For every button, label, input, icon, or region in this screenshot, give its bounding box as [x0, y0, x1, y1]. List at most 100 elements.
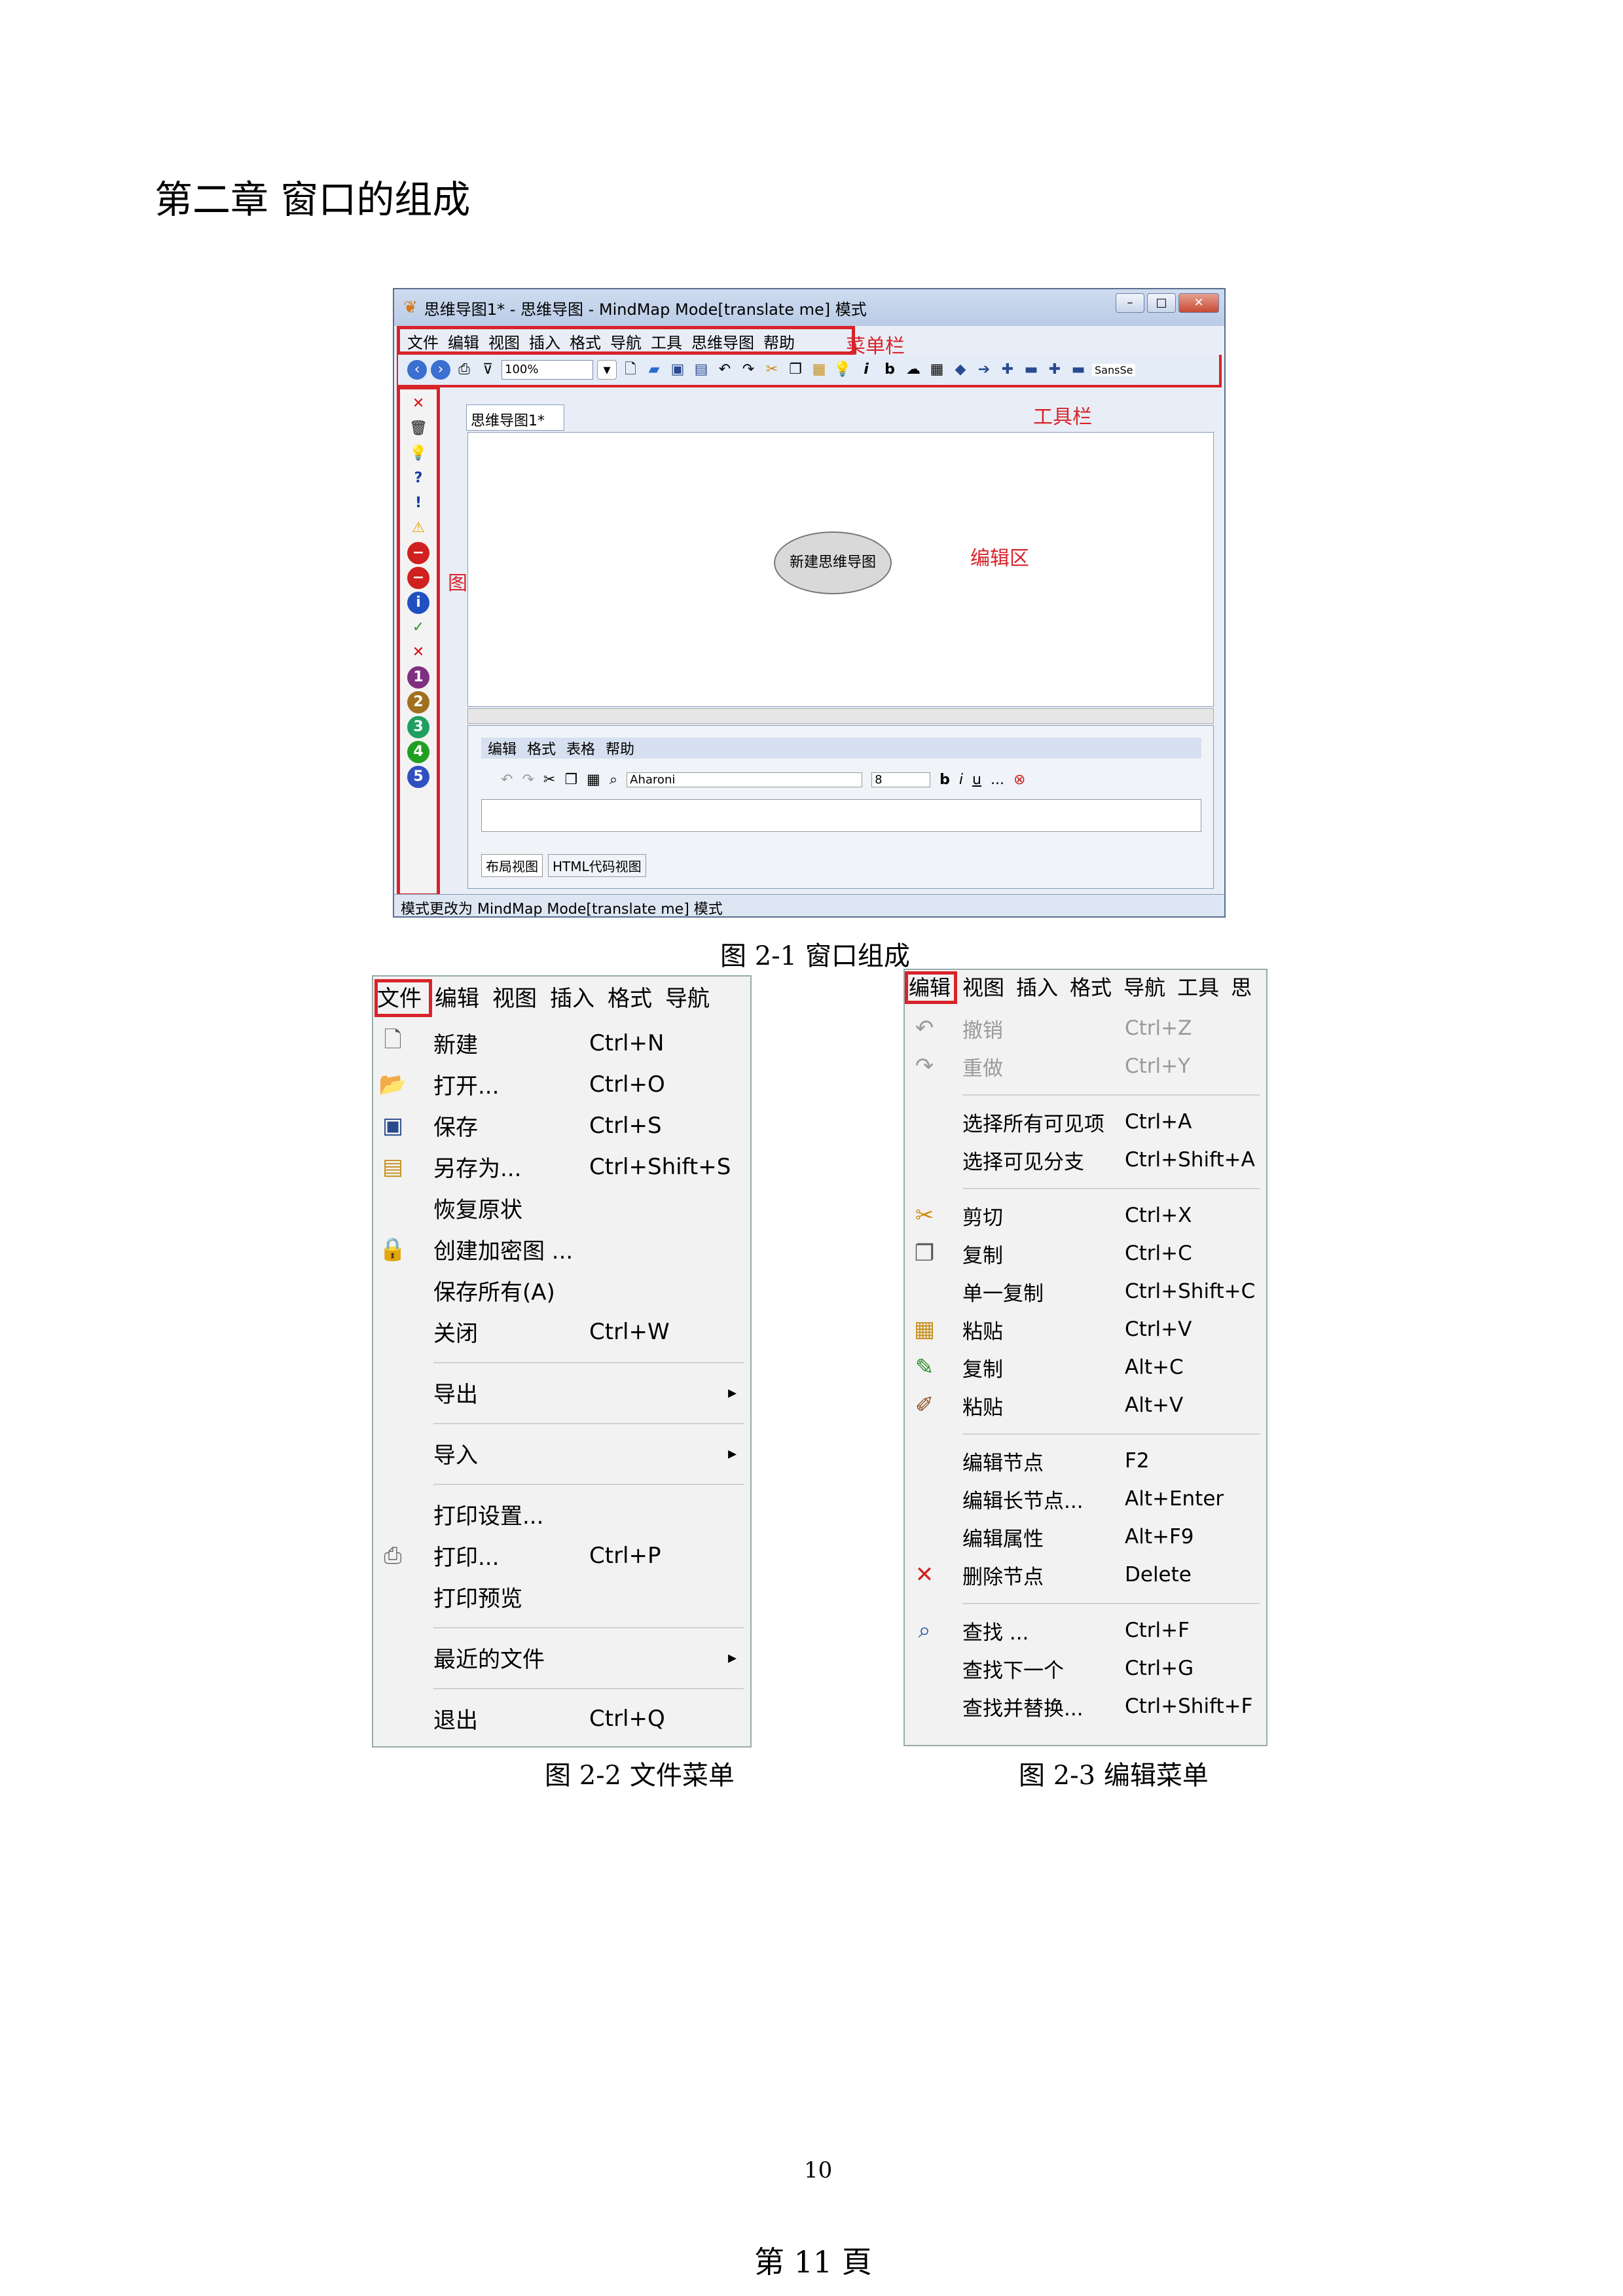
menu-item[interactable]: ▣ 保存 Ctrl+S: [373, 1105, 750, 1146]
menubar-item[interactable]: 格式: [1070, 971, 1112, 1001]
menu-item[interactable]: ⎙ 打印... Ctrl+P: [373, 1535, 750, 1576]
font-select[interactable]: Aharoni: [627, 772, 863, 787]
more-button[interactable]: ...: [991, 772, 1004, 788]
editor-menu-item[interactable]: 格式: [527, 738, 556, 759]
map-tab[interactable]: 思维导图1*: [466, 404, 564, 431]
minus-icon[interactable]: ▬: [1021, 360, 1041, 380]
menubar-item[interactable]: 思维导图: [691, 330, 754, 353]
menubar-item[interactable]: 插入: [550, 980, 594, 1013]
menu-item[interactable]: 编辑长节点... Alt+Enter: [905, 1480, 1266, 1518]
italic-button[interactable]: i: [959, 772, 963, 788]
redo-icon[interactable]: ↷: [522, 772, 534, 788]
cut-icon[interactable]: ✂: [762, 360, 782, 380]
italic-icon[interactable]: i: [856, 360, 876, 380]
paste-icon[interactable]: ▦: [587, 772, 600, 788]
minus-icon-2[interactable]: ▬: [1068, 360, 1088, 380]
editor-menu-item[interactable]: 编辑: [488, 738, 517, 759]
menubar-item[interactable]: 导航: [665, 980, 710, 1013]
font-name-box[interactable]: SansSe: [1092, 363, 1136, 376]
menubar-item[interactable]: 帮助: [763, 330, 795, 353]
menu-item[interactable]: 选择所有可见项 Ctrl+A: [905, 1103, 1266, 1141]
menubar-item[interactable]: 导航: [610, 330, 642, 353]
idea-icon[interactable]: 💡: [833, 360, 852, 380]
menu-item[interactable]: ❐ 复制 Ctrl+C: [905, 1234, 1266, 1272]
redo-icon[interactable]: ↷: [739, 360, 758, 380]
cloud-icon[interactable]: ☁: [903, 360, 923, 380]
menu-item[interactable]: ✐ 粘贴 Alt+V: [905, 1386, 1266, 1424]
maximize-button[interactable]: □: [1147, 293, 1176, 313]
open-icon[interactable]: ▰: [644, 360, 664, 380]
minimize-button[interactable]: –: [1116, 293, 1144, 313]
menubar-item[interactable]: 插入: [1016, 971, 1058, 1001]
menu-item[interactable]: 查找并替换... Ctrl+Shift+F: [905, 1687, 1266, 1725]
new-icon[interactable]: 🗋: [621, 360, 640, 380]
menu-item[interactable]: 导出 ▸: [373, 1372, 750, 1413]
undo-icon[interactable]: ↶: [501, 772, 513, 788]
menubar-item[interactable]: 视图: [488, 330, 520, 353]
menubar-item[interactable]: 编辑: [448, 330, 479, 353]
menu-item[interactable]: 📂 打开... Ctrl+O: [373, 1064, 750, 1105]
menu-item[interactable]: 🔒 创建加密图 ...: [373, 1229, 750, 1270]
cut-icon[interactable]: ✂: [543, 772, 555, 788]
save-as-icon[interactable]: ▤: [691, 360, 711, 380]
menubar-item[interactable]: 格式: [608, 980, 652, 1013]
plus-icon[interactable]: ✚: [998, 360, 1017, 380]
menubar-item[interactable]: 视图: [962, 971, 1004, 1001]
menu-item[interactable]: ✕ 删除节点 Delete: [905, 1556, 1266, 1594]
menu-item[interactable]: 打印设置...: [373, 1494, 750, 1535]
menu-item[interactable]: 导入 ▸: [373, 1433, 750, 1474]
left-arrow-icon[interactable]: ◆: [951, 360, 970, 380]
undo-icon[interactable]: ↶: [715, 360, 735, 380]
editor-menu-item[interactable]: 表格: [566, 738, 595, 759]
menu-item[interactable]: 恢复原状: [373, 1187, 750, 1229]
menu-item[interactable]: 编辑属性 Alt+F9: [905, 1518, 1266, 1556]
grid-icon[interactable]: ▦: [927, 360, 947, 380]
menu-item[interactable]: 查找下一个 Ctrl+G: [905, 1649, 1266, 1687]
paste-icon[interactable]: ▦: [809, 360, 829, 380]
layout-view-tab[interactable]: 布局视图: [481, 854, 543, 877]
menu-item[interactable]: 保存所有(A): [373, 1270, 750, 1311]
menu-item[interactable]: 打印预览: [373, 1576, 750, 1617]
menu-item[interactable]: ✎ 复制 Alt+C: [905, 1348, 1266, 1386]
dropdown-icon[interactable]: ▾: [597, 360, 617, 380]
horizontal-scrollbar[interactable]: [467, 708, 1214, 724]
menu-item[interactable]: 单一复制 Ctrl+Shift+C: [905, 1272, 1266, 1310]
menu-item[interactable]: ▤ 另存为... Ctrl+Shift+S: [373, 1146, 750, 1187]
save-icon[interactable]: ▣: [668, 360, 687, 380]
right-arrow-icon[interactable]: ➔: [974, 360, 994, 380]
html-view-tab[interactable]: HTML代码视图: [548, 854, 646, 877]
menubar-item[interactable]: 导航: [1123, 971, 1165, 1001]
menu-item[interactable]: ↶ 撤销 Ctrl+Z: [905, 1009, 1266, 1047]
menubar-item[interactable]: 文件: [407, 330, 439, 353]
back-icon[interactable]: ‹: [407, 360, 427, 380]
find-icon[interactable]: ⌕: [610, 772, 617, 788]
forward-icon[interactable]: ›: [431, 360, 450, 380]
editor-menu-item[interactable]: 帮助: [606, 738, 634, 759]
editor-textarea[interactable]: [481, 799, 1201, 832]
menubar-item[interactable]: 工具: [1177, 971, 1219, 1001]
menu-item[interactable]: 选择可见分支 Ctrl+Shift+A: [905, 1141, 1266, 1179]
menu-item[interactable]: 关闭 Ctrl+W: [373, 1311, 750, 1352]
close-button[interactable]: ✕: [1178, 293, 1219, 313]
filter-icon[interactable]: ⊽: [478, 360, 498, 380]
menubar-item[interactable]: 插入: [529, 330, 560, 353]
menubar-item[interactable]: 思: [1231, 971, 1252, 1001]
bold-button[interactable]: b: [939, 772, 950, 788]
size-select[interactable]: 8: [871, 772, 931, 787]
menu-item[interactable]: ⌕ 查找 ... Ctrl+F: [905, 1611, 1266, 1649]
copy-icon[interactable]: ❐: [564, 772, 577, 788]
menubar-item[interactable]: 视图: [492, 980, 537, 1013]
menu-item[interactable]: 编辑节点 F2: [905, 1442, 1266, 1480]
root-node[interactable]: 新建思维导图: [774, 531, 892, 594]
zoom-select[interactable]: 100%: [501, 360, 593, 380]
color-icon[interactable]: ⊗: [1013, 772, 1025, 788]
underline-button[interactable]: u: [972, 772, 981, 788]
menu-item[interactable]: ✂ 剪切 Ctrl+X: [905, 1196, 1266, 1234]
copy-icon[interactable]: ❐: [786, 360, 805, 380]
plus-icon-2[interactable]: ✚: [1045, 360, 1065, 380]
menubar-item[interactable]: 格式: [570, 330, 601, 353]
menu-item[interactable]: 🗋 新建 Ctrl+N: [373, 1022, 750, 1064]
menu-item[interactable]: ▦ 粘贴 Ctrl+V: [905, 1310, 1266, 1348]
menu-item[interactable]: ↷ 重做 Ctrl+Y: [905, 1047, 1266, 1085]
bold-icon[interactable]: b: [880, 360, 900, 380]
